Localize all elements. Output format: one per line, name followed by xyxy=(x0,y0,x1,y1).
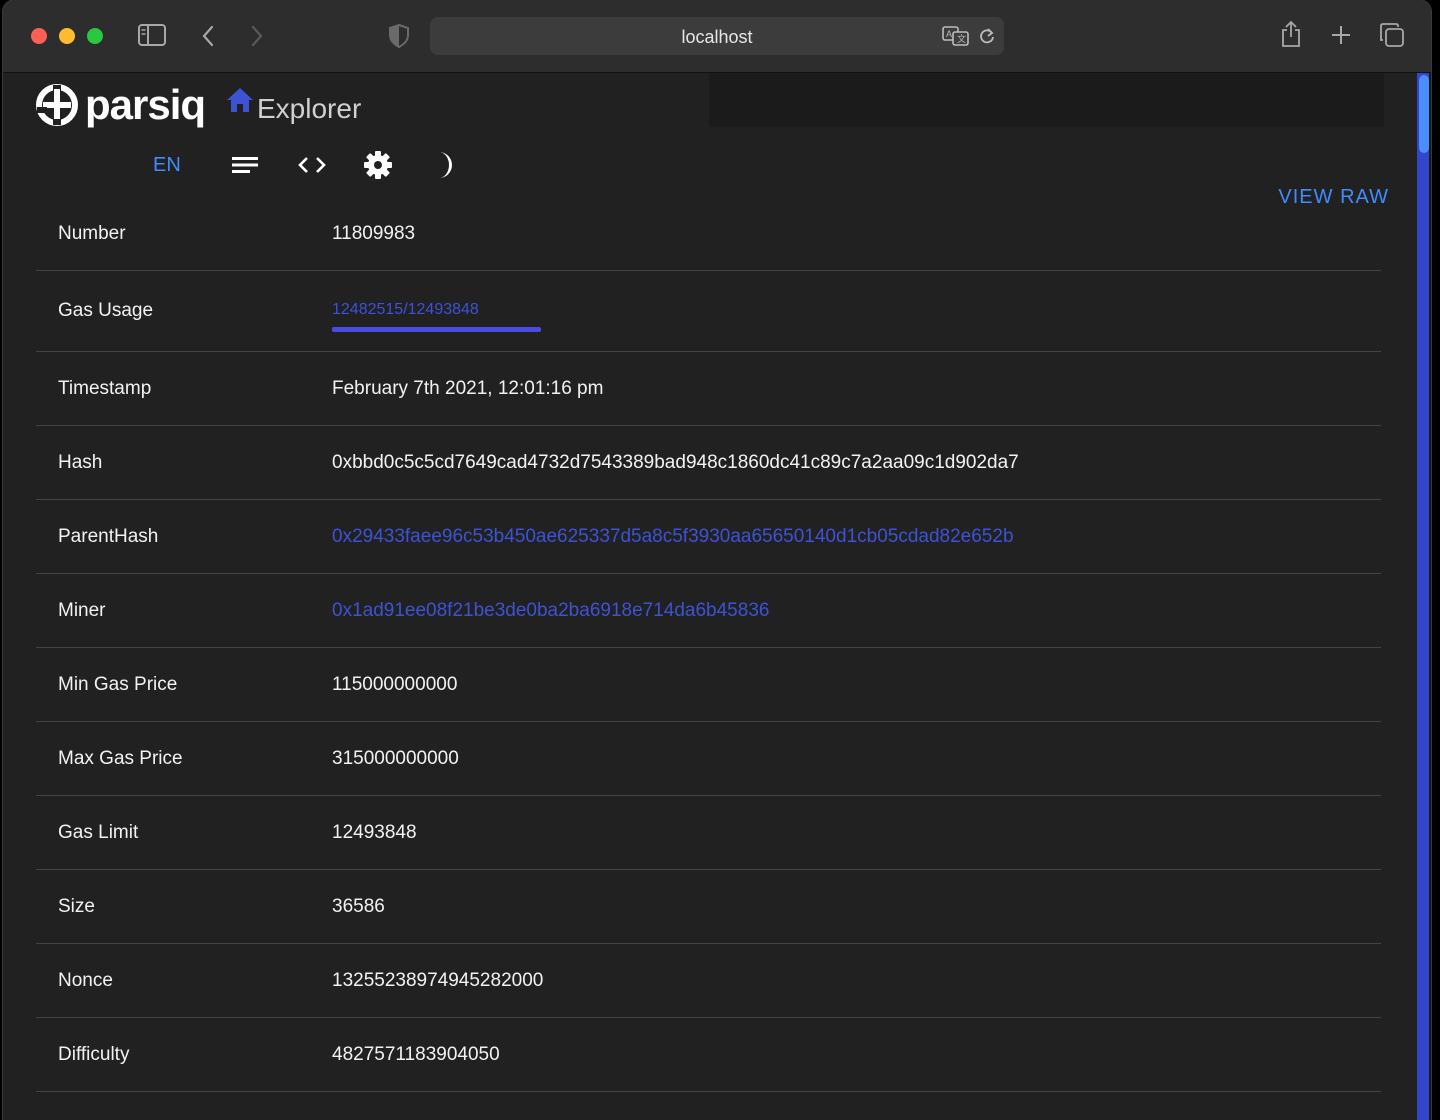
miner-link[interactable]: 0x1ad91ee08f21be3de0ba2ba6918e714da6b458… xyxy=(332,574,769,647)
sidebar-toggle-icon[interactable] xyxy=(138,24,166,46)
parsiq-logo[interactable]: parsiq xyxy=(35,81,206,128)
scrollbar-thumb[interactable] xyxy=(1419,75,1429,153)
gear-icon xyxy=(364,151,392,179)
row-value: 36586 xyxy=(332,895,385,917)
page-content: parsiq Explorer EN VIEW RAW Number 11809… xyxy=(3,73,1431,1120)
minimize-window-button[interactable] xyxy=(59,28,75,44)
row-label: ParentHash xyxy=(58,525,159,547)
row-extra-data: Extra Data 0x42696e616e6365 xyxy=(36,1092,1381,1120)
row-miner: Miner 0x1ad91ee08f21be3de0ba2ba6918e714d… xyxy=(36,574,1381,648)
row-label: Min Gas Price xyxy=(58,673,178,695)
privacy-shield-icon[interactable] xyxy=(388,24,410,48)
gas-usage-bar xyxy=(332,327,541,332)
row-label: Gas Limit xyxy=(58,821,139,843)
menu-button[interactable] xyxy=(231,145,259,185)
moon-icon xyxy=(439,152,452,178)
close-window-button[interactable] xyxy=(31,28,47,44)
row-gas-usage: Gas Usage 12482515/12493848 xyxy=(36,271,1381,352)
row-value: 315000000000 xyxy=(332,747,459,769)
header-search-area xyxy=(709,73,1384,127)
row-label: Miner xyxy=(58,599,106,621)
row-label: Difficulty xyxy=(58,1043,130,1065)
back-icon[interactable] xyxy=(201,25,215,47)
row-value: 115000000000 xyxy=(332,673,458,695)
row-size: Size 36586 xyxy=(36,870,1381,944)
parsiq-logo-icon xyxy=(36,84,78,126)
code-button[interactable] xyxy=(297,145,327,185)
translate-icon[interactable]: A 文 xyxy=(942,26,970,46)
svg-text:A: A xyxy=(946,29,952,39)
scrollbar-rail xyxy=(1417,73,1429,1120)
forward-icon[interactable] xyxy=(250,25,264,47)
row-value: 12493848 xyxy=(332,821,417,843)
row-gas-limit: Gas Limit 12493848 xyxy=(36,796,1381,870)
row-max-gas-price: Max Gas Price 315000000000 xyxy=(36,722,1381,796)
row-label: Extra Data xyxy=(58,1092,148,1120)
row-label: Gas Usage xyxy=(58,300,154,321)
browser-window: localhost A 文 parsiq Explorer EN VIEW RA… xyxy=(3,0,1431,1120)
row-number: Number 11809983 xyxy=(36,197,1381,271)
row-value: 0x42696e616e6365 xyxy=(332,1092,500,1120)
home-icon[interactable] xyxy=(226,87,254,113)
section-title: Explorer xyxy=(257,93,362,124)
block-details-table: Number 11809983 Gas Usage 12482515/12493… xyxy=(36,197,1381,1120)
row-label: Max Gas Price xyxy=(58,747,183,769)
settings-button[interactable] xyxy=(363,145,393,185)
row-value: 11809983 xyxy=(332,222,416,244)
row-label: Nonce xyxy=(58,969,113,991)
gas-usage-meter: 12482515/12493848 xyxy=(332,301,541,332)
address-bar[interactable]: localhost A 文 xyxy=(430,17,1004,55)
row-value: 4827571183904050 xyxy=(332,1043,500,1065)
svg-text:文: 文 xyxy=(957,33,966,44)
row-label: Size xyxy=(58,895,95,917)
reload-icon[interactable] xyxy=(978,27,996,45)
row-value: 0xbbd0c5c5cd7649cad4732d7543389bad948c18… xyxy=(332,451,1019,473)
theme-toggle-button[interactable] xyxy=(433,145,457,185)
language-selector[interactable]: EN xyxy=(153,145,181,185)
new-tab-icon[interactable] xyxy=(1330,24,1352,46)
row-label: Timestamp xyxy=(58,377,152,399)
row-difficulty: Difficulty 4827571183904050 xyxy=(36,1018,1381,1092)
row-nonce: Nonce 13255238974945282000 xyxy=(36,944,1381,1018)
row-hash: Hash 0xbbd0c5c5cd7649cad4732d7543389bad9… xyxy=(36,426,1381,500)
row-value: February 7th 2021, 12:01:16 pm xyxy=(332,377,604,399)
zoom-window-button[interactable] xyxy=(87,28,103,44)
row-min-gas-price: Min Gas Price 115000000000 xyxy=(36,648,1381,722)
row-timestamp: Timestamp February 7th 2021, 12:01:16 pm xyxy=(36,352,1381,426)
tab-overview-icon[interactable] xyxy=(1379,22,1405,48)
row-label: Hash xyxy=(58,451,103,473)
gas-usage-value[interactable]: 12482515/12493848 xyxy=(332,301,541,319)
title-bar: localhost A 文 xyxy=(3,0,1431,73)
row-parent-hash: ParentHash 0x29433faee96c53b450ae625337d… xyxy=(36,500,1381,574)
menu-lines-icon xyxy=(232,157,258,173)
logo-text: parsiq xyxy=(85,81,206,128)
row-value: 13255238974945282000 xyxy=(332,969,544,991)
code-icon xyxy=(298,157,326,173)
url-text: localhost xyxy=(681,27,753,47)
share-icon[interactable] xyxy=(1280,20,1302,48)
row-label: Number xyxy=(58,222,126,244)
parent-hash-link[interactable]: 0x29433faee96c53b450ae625337d5a8c5f3930a… xyxy=(332,500,1014,573)
